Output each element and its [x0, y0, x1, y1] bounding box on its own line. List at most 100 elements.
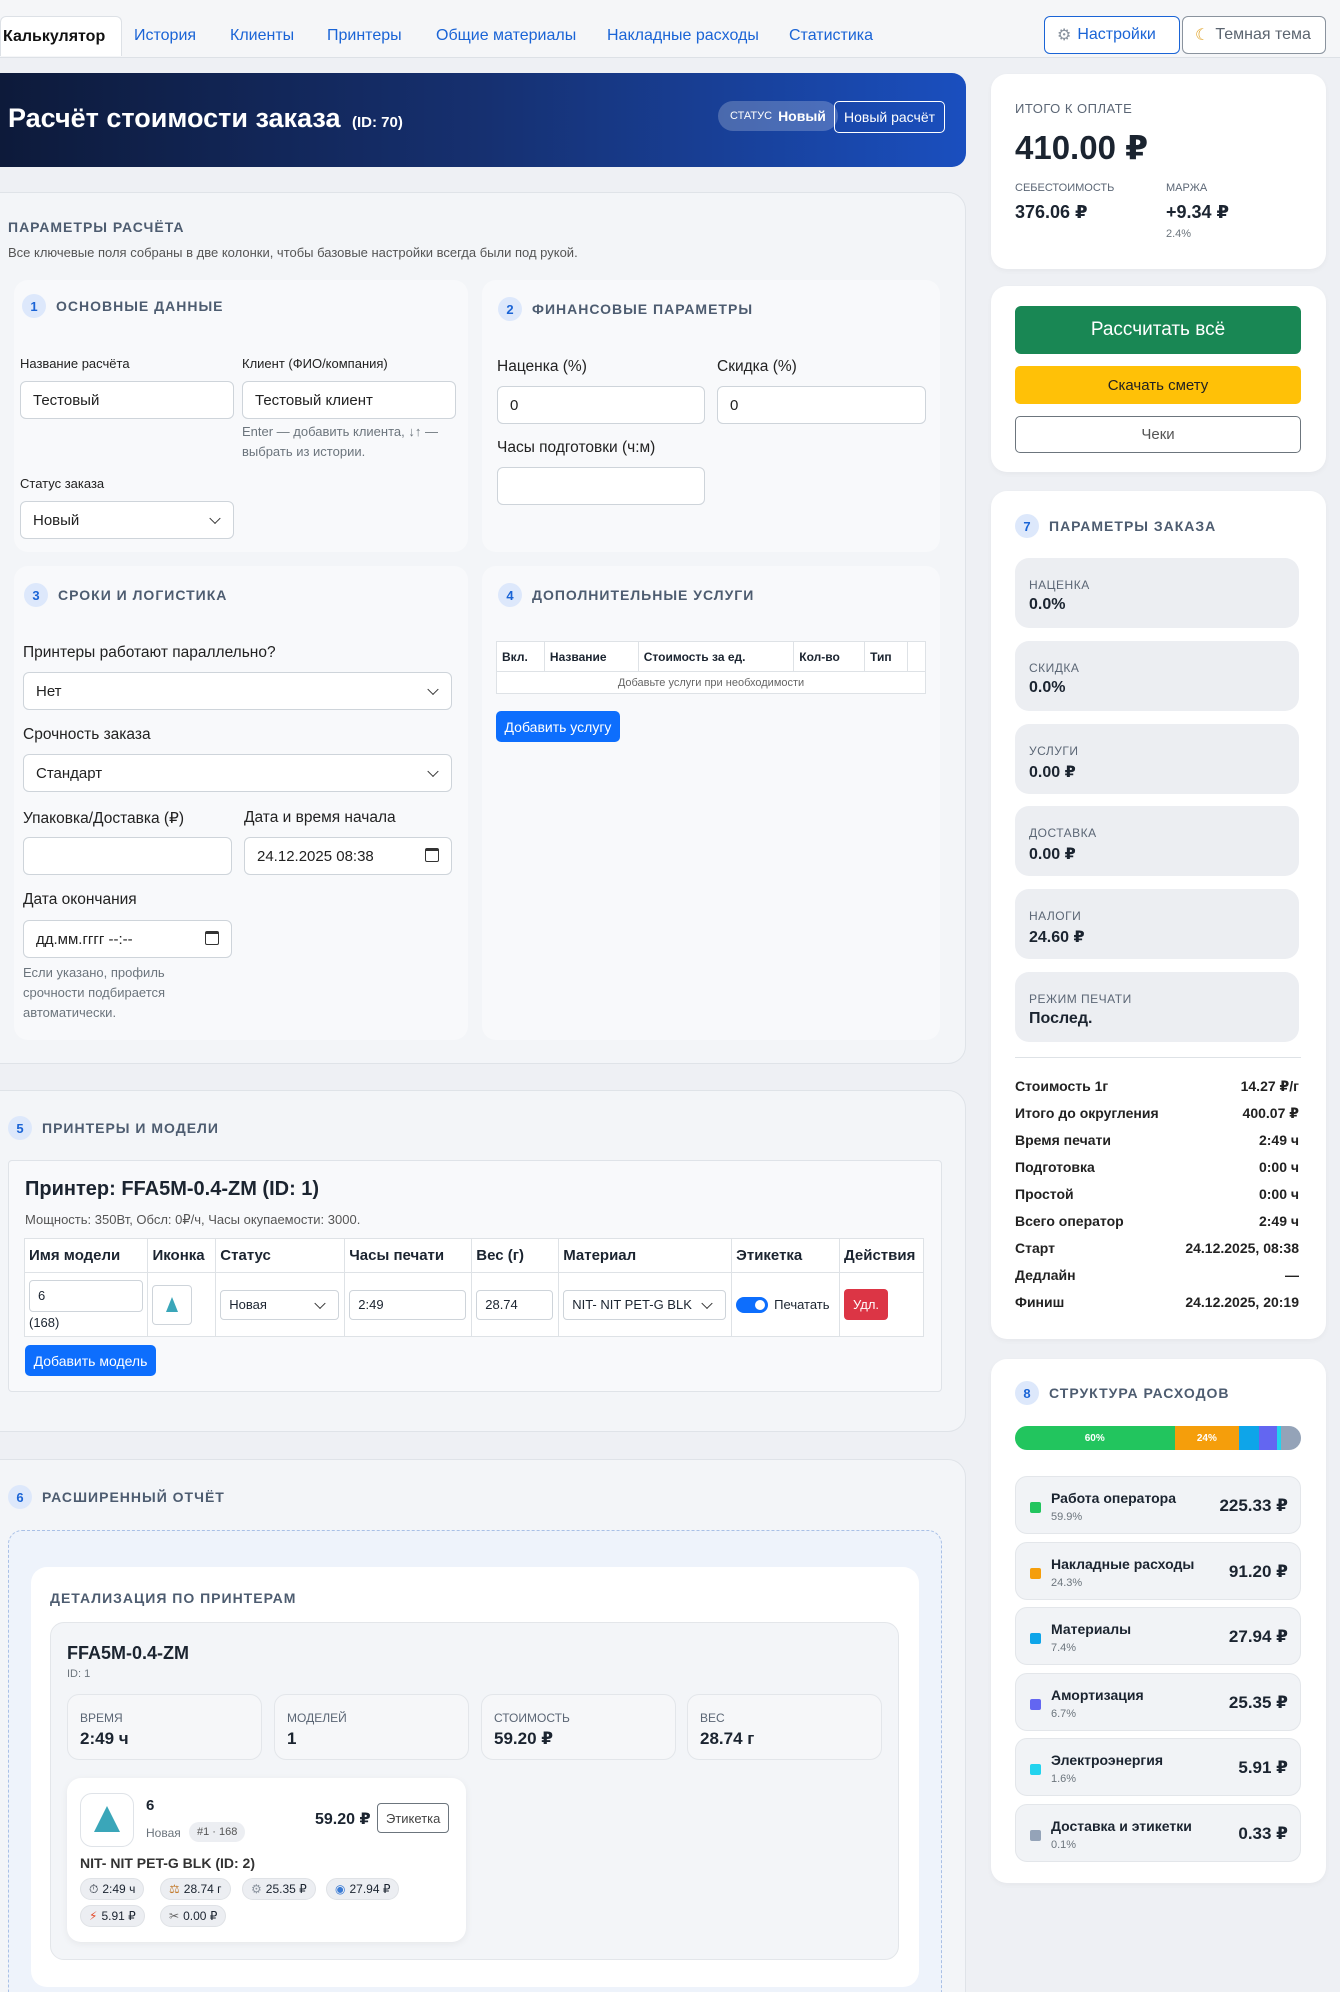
stat-value: 59.20 ₽: [494, 1729, 554, 1748]
kv-prep: Подготовка 0:00 ч: [1015, 1159, 1299, 1175]
cost-item-overheads: Накладные расходы 24.3% 91.20 ₽: [1015, 1542, 1301, 1600]
section-number: 2: [498, 297, 522, 321]
cost-bar-segment: 24%: [1174, 1426, 1240, 1450]
tab-printers[interactable]: Принтеры: [313, 16, 416, 56]
cost-label: СЕБЕСТОИМОСТЬ: [1015, 182, 1115, 194]
structure-title-text: СТРУКТУРА РАСХОДОВ: [1049, 1385, 1230, 1401]
table-row: 6 (168) Новая 2:49 28.74 NIT- NIT PET-G B…: [23, 1272, 924, 1337]
calc-id: (ID: 70): [352, 114, 403, 131]
cost-item-materials: Материалы 7.4% 27.94 ₽: [1015, 1607, 1301, 1665]
total-label: ИТОГО К ОПЛАТЕ: [1015, 101, 1133, 116]
calendar-icon[interactable]: [205, 931, 219, 945]
calc-name-input[interactable]: Тестовый: [20, 381, 234, 419]
client-input[interactable]: Тестовый клиент: [242, 381, 456, 419]
tab-calculator[interactable]: Калькулятор: [0, 16, 123, 56]
printers-title: 5 ПРИНТЕРЫ И МОДЕЛИ: [8, 1116, 219, 1140]
legend-dot: [1030, 1699, 1041, 1710]
label-button[interactable]: Этикетка: [377, 1803, 450, 1833]
model-status-select[interactable]: Новая: [220, 1289, 340, 1320]
printers-title-text: ПРИНТЕРЫ И МОДЕЛИ: [42, 1120, 219, 1136]
discount-label: Скидка (%): [717, 358, 797, 375]
end-datetime-input[interactable]: дд.мм.гггг --:--: [23, 920, 232, 958]
tab-clients[interactable]: Клиенты: [216, 16, 308, 56]
cost-item-percent: 7.4%: [1051, 1642, 1077, 1654]
kv-operator: Всего оператор 2:49 ч: [1015, 1213, 1299, 1229]
discount-input[interactable]: 0: [717, 386, 926, 424]
print-hours-input[interactable]: 2:49: [349, 1289, 467, 1320]
col-print-hours: Часы печати: [344, 1238, 473, 1273]
cost-item-operator: Работа оператора 59.9% 225.33 ₽: [1015, 1476, 1301, 1534]
dark-theme-button[interactable]: ☾ Темная тема: [1182, 16, 1326, 54]
markup-input[interactable]: 0: [497, 386, 705, 424]
cost-value: 376.06 ₽: [1015, 202, 1088, 222]
cost-item-value: 0.33 ₽: [1238, 1824, 1288, 1843]
box-value: 0.00 ₽: [1029, 764, 1076, 781]
box-value: 0.0%: [1029, 679, 1066, 696]
prep-hours-input[interactable]: [497, 467, 705, 505]
material-select[interactable]: NIT- NIT PET-G BLK: [563, 1289, 727, 1320]
chip-electricity: ⚡ 5.91 ₽: [80, 1905, 145, 1927]
chip-value: 0.00 ₽: [183, 1909, 218, 1923]
tab-overheads[interactable]: Накладные расходы: [593, 16, 773, 56]
box-label: ДОСТАВКА: [1029, 826, 1097, 840]
prep-hours-label: Часы подготовки (ч:м): [497, 439, 656, 456]
detail-title: ДЕТАЛИЗАЦИЯ ПО ПРИНТЕРАМ: [50, 1590, 297, 1606]
col-qty: Кол-во: [793, 641, 866, 672]
chip-value: 27.94 ₽: [349, 1882, 391, 1896]
params-title: ПАРАМЕТРЫ РАСЧЁТА: [8, 219, 185, 235]
label-toggle[interactable]: [736, 1296, 769, 1313]
add-model-button[interactable]: Добавить модель: [25, 1345, 156, 1376]
tab-statistics[interactable]: Статистика: [775, 16, 887, 56]
calendar-icon[interactable]: [425, 848, 439, 862]
calculate-all-button[interactable]: Рассчитать всё: [1015, 306, 1301, 354]
box-label: НАЦЕНКА: [1029, 578, 1090, 592]
stat-label: СТОИМОСТЬ: [494, 1711, 570, 1725]
kv-start: Старт 24.12.2025, 08:38: [1015, 1240, 1299, 1256]
add-service-button[interactable]: Добавить услугу: [496, 711, 620, 742]
legend-dot: [1030, 1830, 1041, 1841]
urgency-select[interactable]: Стандарт: [23, 754, 452, 792]
order-status-label: Статус заказа: [20, 476, 105, 491]
stat-value: 2:49 ч: [80, 1729, 129, 1748]
delete-model-button[interactable]: Удл.: [844, 1289, 889, 1320]
model-name-input[interactable]: 6: [29, 1279, 144, 1312]
weight-input[interactable]: 28.74: [476, 1289, 554, 1320]
models-table: Имя модели Иконка Статус Часы печати Вес…: [23, 1238, 924, 1337]
cost-item-name: Доставка и этикетки: [1051, 1818, 1192, 1834]
tab-materials[interactable]: Общие материалы: [422, 16, 590, 56]
cost-item-name: Работа оператора: [1051, 1490, 1177, 1506]
spool-icon: ◉: [335, 1882, 346, 1896]
start-datetime-input[interactable]: 24.12.2025 08:38: [244, 837, 452, 875]
kv-label: Подготовка: [1015, 1159, 1095, 1175]
cost-bar-segment: 60%: [1015, 1426, 1175, 1450]
col-material: Материал: [558, 1238, 733, 1273]
kv-label: Старт: [1015, 1240, 1055, 1256]
end-label: Дата окончания: [23, 891, 137, 908]
basic-title: 1 ОСНОВНЫЕ ДАННЫЕ: [22, 294, 224, 318]
box-label: УСЛУГИ: [1029, 744, 1079, 758]
parallel-label: Принтеры работают параллельно?: [23, 644, 276, 661]
download-estimate-button[interactable]: Скачать смету: [1015, 366, 1301, 404]
stat-time: ВРЕМЯ 2:49 ч: [67, 1694, 262, 1760]
order-status-select[interactable]: Новый: [20, 501, 234, 539]
tab-history[interactable]: История: [120, 16, 210, 56]
model-card-material: NIT- NIT PET-G BLK (ID: 2): [80, 1855, 255, 1871]
col-status: Статус: [215, 1238, 346, 1273]
cost-bar-segment: [1239, 1426, 1259, 1450]
stat-value: 1: [287, 1729, 297, 1748]
chip-value: 28.74 г: [183, 1882, 222, 1896]
start-label: Дата и время начала: [244, 809, 396, 826]
packaging-input[interactable]: [23, 837, 232, 875]
col-actions: Действия: [839, 1238, 924, 1273]
model-icon-button[interactable]: [152, 1284, 193, 1325]
cost-item-value: 5.91 ₽: [1238, 1758, 1288, 1777]
settings-button[interactable]: ⚙ Настройки: [1044, 16, 1180, 54]
receipts-button[interactable]: Чеки: [1015, 416, 1301, 453]
section-number: 6: [8, 1485, 32, 1509]
parallel-select[interactable]: Нет: [23, 672, 452, 710]
section-number: 1: [22, 294, 46, 318]
cost-item-electricity: Электроэнергия 1.6% 5.91 ₽: [1015, 1738, 1301, 1796]
new-calc-button[interactable]: Новый расчёт: [834, 101, 946, 133]
start-datetime-value: 24.12.2025 08:38: [257, 847, 374, 865]
box-value: 24.60 ₽: [1029, 929, 1085, 946]
